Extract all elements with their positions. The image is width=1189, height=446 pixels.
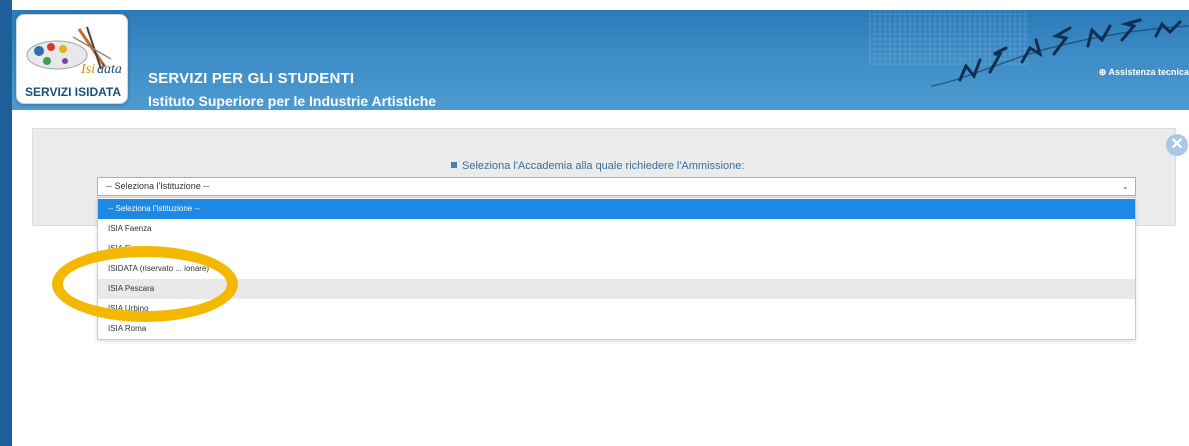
option-isia-urbino[interactable]: ISIA Urbino <box>98 299 1135 319</box>
option-seleziona[interactable]: -- Seleziona l'Istituzione -- <box>98 199 1135 219</box>
music-notes-decoration <box>931 18 1189 87</box>
institute-subtitle: Istituto Superiore per le Industrie Arti… <box>148 93 437 109</box>
option-isidata-riservato[interactable]: ISIDATA (riservato ... ionare) <box>98 259 1135 279</box>
service-title: SERVIZI PER GLI STUDENTI <box>148 70 355 87</box>
page-header: SERVIZI PER GLI STUDENTI Istituto Superi… <box>12 10 1189 110</box>
option-isia-pescara[interactable]: ISIA Pescara <box>98 279 1135 299</box>
selection-prompt: Seleziona l'Accademia alla quale richied… <box>451 160 744 172</box>
selection-prompt-text: Seleziona l'Accademia alla quale richied… <box>462 160 745 172</box>
highlight-annotation <box>52 246 238 322</box>
institution-dropdown-list: -- Seleziona l'Istituzione -- ISIA Faenz… <box>97 197 1136 340</box>
option-isia-roma[interactable]: ISIA Roma <box>98 319 1135 339</box>
logo-label: SERVIZI ISIDATA <box>24 85 121 99</box>
option-isia-faenza[interactable]: ISIA Faenza <box>98 219 1135 239</box>
svg-text:Isi: Isi <box>80 62 95 77</box>
isidata-logo[interactable]: Isi data SERVIZI ISIDATA <box>16 14 128 104</box>
palette-logo-icon: Isi data <box>26 26 122 77</box>
institution-select[interactable]: -- Seleziona l'Istituzione -- ⌄ <box>97 177 1136 196</box>
option-isia-firenze[interactable]: ISIA Firenze <box>98 239 1135 259</box>
close-icon[interactable]: ✕ <box>1166 134 1188 156</box>
technical-assistance-link[interactable]: ⊕ Assistenza tecnica <box>1099 67 1189 78</box>
svg-text:data: data <box>97 62 122 77</box>
institution-select-value: -- Seleziona l'Istituzione -- <box>106 181 210 191</box>
left-edge-strip <box>0 0 12 446</box>
bullet-icon <box>451 162 457 168</box>
chevron-down-icon[interactable]: ⌄ <box>1121 181 1129 192</box>
